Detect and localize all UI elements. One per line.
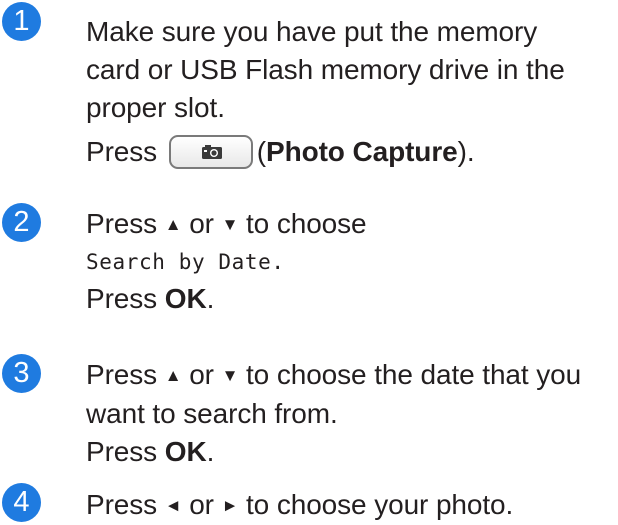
step-4-text: Press ◄ or ► to choose your photo. (86, 486, 618, 525)
step-4-rest: to choose your photo. (246, 489, 514, 520)
period: . (206, 283, 215, 314)
step-number-3: 3 (2, 354, 41, 393)
ok-label: OK (164, 436, 207, 467)
step-1-press-line: Press (Photo Capture). (86, 133, 618, 171)
press-word: Press (86, 136, 158, 167)
or-word: or (189, 489, 214, 520)
step-1-line-3: proper slot. (86, 92, 225, 123)
step-2-line-1: Press ▲ or ▼ to choose (86, 205, 618, 244)
step-1-text: Make sure you have put the memory card o… (86, 13, 618, 171)
step-2-press-ok-line: Press OK. (86, 280, 618, 318)
paren-close: ). (457, 136, 475, 167)
step-2-text: Press ▲ or ▼ to choose Search by Date. P… (86, 205, 618, 318)
ok-label: OK (164, 283, 207, 314)
photo-capture-label: Photo Capture (266, 136, 458, 167)
step-1-line-2: card or USB Flash memory drive in the (86, 54, 565, 85)
paren-open: ( (256, 136, 266, 167)
step-4-line-1: Press ◄ or ► to choose your photo. (86, 486, 618, 525)
up-arrow-icon: ▲ (164, 215, 182, 234)
step-3-press-ok-line: Press OK. (86, 433, 618, 471)
press-word: Press (86, 436, 158, 467)
period: . (206, 436, 215, 467)
menu-option-search-by-date: Search by Date. (86, 250, 285, 274)
camera-icon (201, 145, 222, 159)
step-number-4: 4 (2, 483, 41, 522)
step-3-line-1: Press ▲ or ▼ to choose the date that you (86, 356, 618, 395)
step-1-line-1: Make sure you have put the memory (86, 16, 538, 47)
right-arrow-icon: ► (221, 496, 239, 515)
press-word: Press (86, 208, 158, 239)
step-number-1: 1 (2, 2, 41, 41)
photo-capture-button[interactable] (168, 135, 253, 169)
step-3-line-2: want to search from. (86, 398, 338, 429)
to-choose-word: to choose (246, 208, 367, 239)
step-3-text: Press ▲ or ▼ to choose the date that you… (86, 356, 618, 471)
down-arrow-icon: ▼ (221, 215, 239, 234)
left-arrow-icon: ◄ (164, 496, 182, 515)
down-arrow-icon: ▼ (221, 366, 239, 385)
press-word: Press (86, 489, 158, 520)
up-arrow-icon: ▲ (164, 366, 182, 385)
press-word: Press (86, 283, 158, 314)
or-word: or (189, 359, 214, 390)
press-word: Press (86, 359, 158, 390)
or-word: or (189, 208, 214, 239)
step-3-line-1-rest: to choose the date that you (246, 359, 582, 390)
step-number-2: 2 (2, 203, 41, 242)
